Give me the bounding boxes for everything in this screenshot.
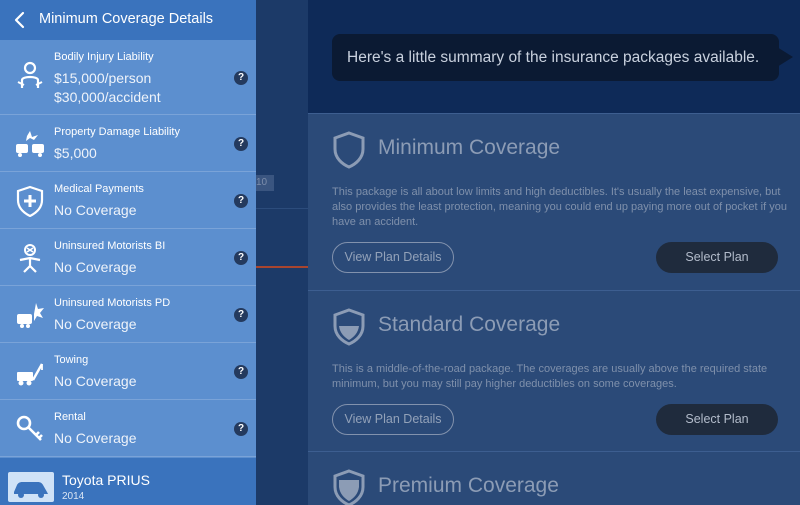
help-icon[interactable]: ? xyxy=(234,137,248,151)
coverage-value: No Coverage xyxy=(54,430,137,446)
shield-half-icon xyxy=(333,308,365,346)
help-icon[interactable]: ? xyxy=(234,365,248,379)
select-plan-button[interactable]: Select Plan xyxy=(656,242,778,273)
car-crash-icon xyxy=(16,131,44,157)
coverage-value: No Coverage xyxy=(54,373,137,389)
obscured-panel: 10 xyxy=(256,0,308,505)
drawer-title: Minimum Coverage Details xyxy=(39,11,214,27)
coverage-label: Rental xyxy=(54,411,86,423)
coverage-value: $5,000 xyxy=(54,145,97,161)
coverage-label: Medical Payments xyxy=(54,183,144,195)
package-standard: Standard Coverage This is a middle-of-th… xyxy=(308,290,800,450)
coverage-value: $15,000/person xyxy=(54,70,152,86)
package-title: Standard Coverage xyxy=(378,313,561,336)
package-premium: Premium Coverage xyxy=(308,451,800,505)
coverage-label: Uninsured Motorists PD xyxy=(54,297,171,309)
shield-plus-icon xyxy=(16,185,44,217)
package-title: Premium Coverage xyxy=(378,474,559,497)
coverage-label: Property Damage Liability xyxy=(54,126,180,138)
help-icon[interactable]: ? xyxy=(234,71,248,85)
coverage-item-uninsured-bi: Uninsured Motorists BI No Coverage ? xyxy=(0,229,256,286)
coverage-item-property-damage: Property Damage Liability $5,000 ? xyxy=(0,115,256,172)
obscured-text: 10 xyxy=(256,175,274,191)
coverage-item-bodily-injury: Bodily Injury Liability $15,000/person $… xyxy=(0,40,256,115)
coverage-value: No Coverage xyxy=(54,316,137,332)
tow-truck-icon xyxy=(17,363,44,386)
coverage-item-rental: Rental No Coverage ? xyxy=(0,400,256,457)
vehicle-name: Toyota PRIUS xyxy=(62,472,150,488)
injured-person-icon xyxy=(17,61,43,88)
view-plan-details-button[interactable]: View Plan Details xyxy=(332,242,454,273)
coverage-label: Bodily Injury Liability xyxy=(54,51,154,63)
select-plan-button[interactable]: Select Plan xyxy=(656,404,778,435)
chevron-left-icon[interactable] xyxy=(10,8,30,32)
coverage-value: No Coverage xyxy=(54,259,137,275)
package-description: This package is all about low limits and… xyxy=(332,186,787,228)
accent-line xyxy=(256,266,308,268)
help-icon[interactable]: ? xyxy=(234,422,248,436)
person-hit-icon xyxy=(19,244,41,273)
car-damage-icon xyxy=(17,303,44,328)
coverage-item-towing: Towing No Coverage ? xyxy=(0,343,256,400)
divider xyxy=(256,208,308,209)
help-icon[interactable]: ? xyxy=(234,251,248,265)
help-icon[interactable]: ? xyxy=(234,308,248,322)
coverage-label: Towing xyxy=(54,354,89,366)
drawer-header: Minimum Coverage Details xyxy=(0,0,256,40)
vehicle-year: 2014 xyxy=(62,491,85,502)
car-icon xyxy=(14,482,48,498)
help-icon[interactable]: ? xyxy=(234,194,248,208)
view-plan-details-button[interactable]: View Plan Details xyxy=(332,404,454,435)
coverage-value-secondary: $30,000/accident xyxy=(54,89,161,105)
package-title: Minimum Coverage xyxy=(378,136,561,159)
coverage-item-uninsured-pd: Uninsured Motorists PD No Coverage ? xyxy=(0,286,256,343)
shield-empty-icon xyxy=(333,131,365,169)
summary-bubble: Here's a little summary of the insurance… xyxy=(332,34,793,81)
coverage-item-medical-payments: Medical Payments No Coverage ? xyxy=(0,172,256,229)
package-minimum: Minimum Coverage This package is all abo… xyxy=(308,113,800,290)
car-thumbnail xyxy=(8,472,54,502)
shield-full-icon xyxy=(333,469,365,505)
coverage-label: Uninsured Motorists BI xyxy=(54,240,166,252)
coverage-details-drawer: Minimum Coverage Details Bodily Injury L… xyxy=(0,0,256,505)
vehicle-selector[interactable]: Toyota PRIUS 2014 xyxy=(0,458,256,505)
package-description: This is a middle-of-the-road package. Th… xyxy=(332,363,768,390)
car-key-icon xyxy=(16,415,43,441)
coverage-list: Bodily Injury Liability $15,000/person $… xyxy=(0,40,256,457)
coverage-value: No Coverage xyxy=(54,202,137,218)
